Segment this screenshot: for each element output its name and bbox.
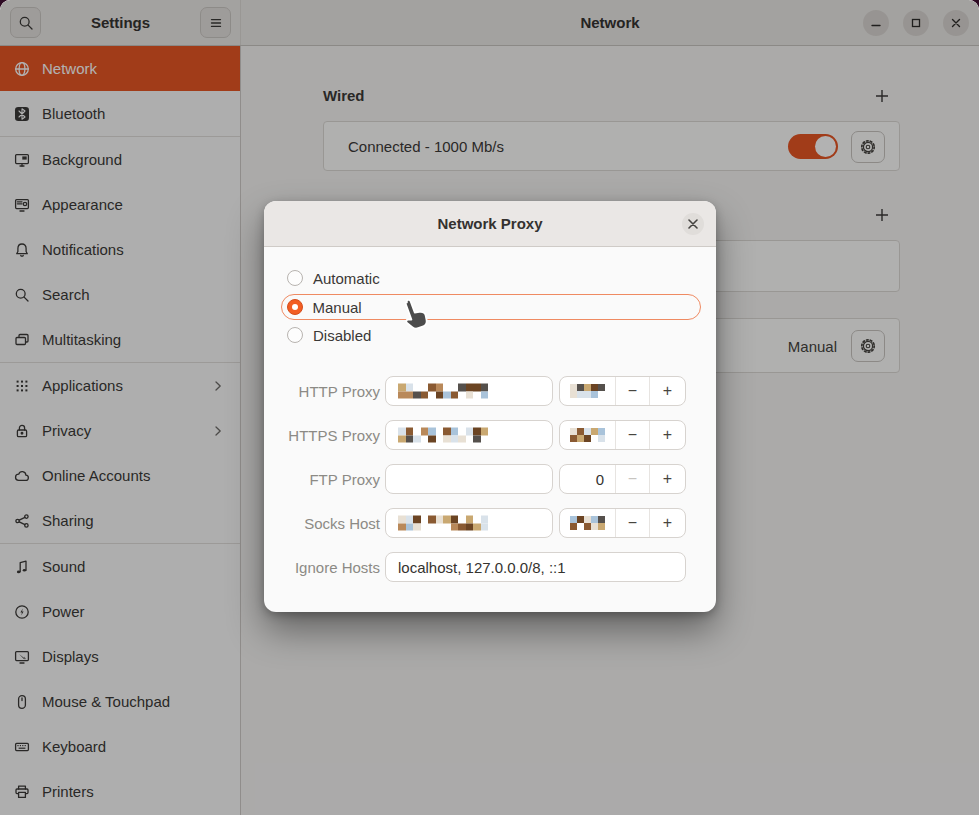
- socks-host-label: Socks Host: [264, 515, 380, 532]
- mouse-cursor: [398, 298, 431, 335]
- ftp-proxy-label: FTP Proxy: [264, 471, 380, 488]
- redacted-pixelation: [398, 516, 488, 531]
- settings-window: Settings Network NetworkBluetoothBackgro…: [0, 0, 979, 815]
- radio-unchecked-icon[interactable]: [287, 327, 303, 343]
- port-decrement-button[interactable]: −: [616, 377, 650, 405]
- ignore-hosts-input[interactable]: localhost, 127.0.0.0/8, ::1: [385, 552, 686, 582]
- port-decrement-button[interactable]: −: [616, 465, 650, 493]
- http-proxy-label: HTTP Proxy: [264, 383, 380, 400]
- https-proxy-port-spinner: −+: [559, 420, 686, 450]
- ftp-proxy-input[interactable]: [385, 464, 553, 494]
- ignore-hosts-label: Ignore Hosts: [264, 559, 380, 576]
- proxy-option-label: Disabled: [313, 327, 371, 344]
- dialog-title: Network Proxy: [264, 201, 716, 246]
- port-increment-button[interactable]: +: [650, 509, 685, 537]
- dialog-headerbar: Network Proxy: [264, 201, 716, 247]
- port-value[interactable]: [560, 377, 616, 405]
- port-value[interactable]: [560, 421, 616, 449]
- proxy-option-automatic[interactable]: Automatic: [281, 265, 701, 291]
- port-value[interactable]: 0: [560, 465, 616, 493]
- http-proxy-input[interactable]: [385, 376, 553, 406]
- port-number: 0: [596, 471, 604, 488]
- redacted-pixelation: [398, 384, 488, 399]
- proxy-option-label: Automatic: [313, 270, 380, 287]
- redacted-pixelation: [570, 384, 605, 398]
- port-increment-button[interactable]: +: [650, 465, 685, 493]
- ftp-proxy-port-spinner: 0−+: [559, 464, 686, 494]
- network-proxy-dialog: Network Proxy Automatic Manual Disabled HT…: [264, 201, 716, 612]
- http-proxy-port-spinner: −+: [559, 376, 686, 406]
- ignore-hosts-value: localhost, 127.0.0.0/8, ::1: [398, 559, 566, 576]
- port-increment-button[interactable]: +: [650, 377, 685, 405]
- radio-checked-icon[interactable]: [287, 299, 303, 315]
- proxy-option-manual[interactable]: Manual: [281, 294, 701, 320]
- dialog-close-button[interactable]: [682, 213, 704, 235]
- proxy-option-disabled[interactable]: Disabled: [281, 322, 701, 348]
- port-value[interactable]: [560, 509, 616, 537]
- redacted-pixelation: [570, 516, 605, 530]
- port-increment-button[interactable]: +: [650, 421, 685, 449]
- socks-host-port-spinner: −+: [559, 508, 686, 538]
- port-decrement-button[interactable]: −: [616, 421, 650, 449]
- https-proxy-input[interactable]: [385, 420, 553, 450]
- redacted-pixelation: [398, 428, 488, 443]
- proxy-option-label: Manual: [313, 299, 362, 316]
- redacted-pixelation: [570, 428, 605, 442]
- port-decrement-button[interactable]: −: [616, 509, 650, 537]
- https-proxy-label: HTTPS Proxy: [264, 427, 380, 444]
- socks-host-input[interactable]: [385, 508, 553, 538]
- radio-unchecked-icon[interactable]: [287, 270, 303, 286]
